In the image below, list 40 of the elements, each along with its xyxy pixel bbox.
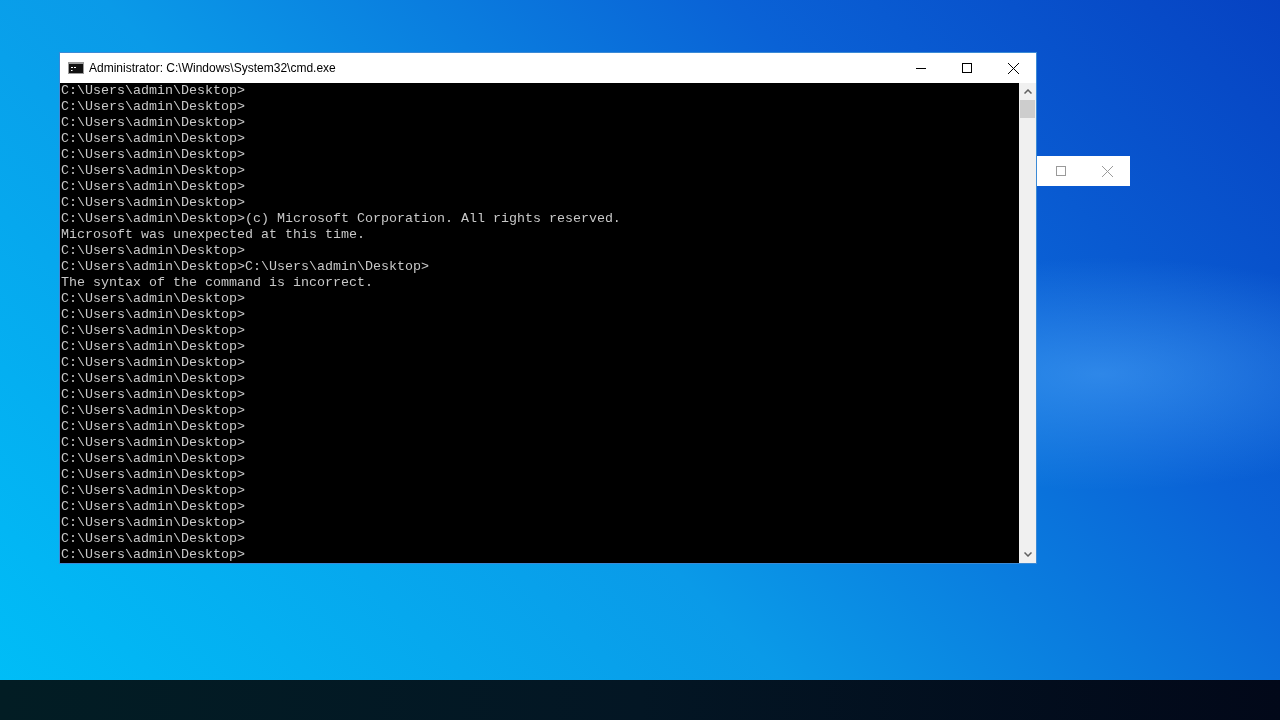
console-line: C:\Users\admin\Desktop>: [61, 83, 245, 99]
console-line: C:\Users\admin\Desktop>: [61, 243, 245, 259]
console-line: C:\Users\admin\Desktop>: [61, 387, 245, 403]
console-line: C:\Users\admin\Desktop>: [61, 355, 245, 371]
console-line: C:\Users\admin\Desktop>: [61, 195, 245, 211]
console-line: C:\Users\admin\Desktop>: [61, 339, 245, 355]
minimize-icon: [916, 67, 926, 69]
console-line: C:\Users\admin\Desktop>: [61, 467, 245, 483]
console-line: C:\Users\admin\Desktop>: [61, 499, 245, 515]
scrollbar-thumb[interactable]: [1020, 100, 1035, 118]
chevron-down-icon: [1023, 552, 1032, 557]
console-line: C:\Users\admin\Desktop>C:\Users\admin\Desktop>: [61, 259, 429, 275]
console-line: C:\Users\admin\Desktop>: [61, 371, 245, 387]
console-line: Microsoft was unexpected at this time.: [61, 227, 365, 243]
console-line: C:\Users\admin\Desktop>: [61, 483, 245, 499]
close-icon: [1007, 62, 1019, 74]
console-line: C:\Users\admin\Desktop>: [61, 131, 245, 147]
console-line: C:\Users\admin\Desktop>: [61, 179, 245, 195]
maximize-icon: [962, 63, 972, 73]
console-app-icon: [68, 62, 84, 74]
console-line: C:\Users\admin\Desktop>: [61, 403, 245, 419]
console-line: C:\Users\admin\Desktop>: [61, 435, 245, 451]
console-line: The syntax of the command is incorrect.: [61, 275, 373, 291]
console-line: C:\Users\admin\Desktop>: [61, 547, 245, 563]
console-line: C:\Users\admin\Desktop>: [61, 147, 245, 163]
console-line: C:\Users\admin\Desktop>: [61, 163, 245, 179]
console-line: C:\Users\admin\Desktop>: [61, 291, 245, 307]
console-line: C:\Users\admin\Desktop>: [61, 515, 245, 531]
console-line: C:\Users\admin\Desktop>: [61, 419, 245, 435]
window-title: Administrator: C:\Windows\System32\cmd.exe: [89, 60, 336, 76]
console-line: C:\Users\admin\Desktop>: [61, 531, 245, 547]
close-icon: [1101, 165, 1113, 177]
maximize-icon: [1055, 166, 1066, 176]
console-line: C:\Users\admin\Desktop>(c) Microsoft Corporation. All rights reserved.: [61, 211, 621, 227]
console-line: C:\Users\admin\Desktop>: [61, 115, 245, 131]
console-line: C:\Users\admin\Desktop>: [61, 99, 245, 115]
console-line: C:\Users\admin\Desktop>: [61, 323, 245, 339]
chevron-up-icon: [1023, 89, 1032, 94]
console-line: C:\Users\admin\Desktop>: [61, 307, 245, 323]
console-line: C:\Users\admin\Desktop>: [61, 451, 245, 467]
